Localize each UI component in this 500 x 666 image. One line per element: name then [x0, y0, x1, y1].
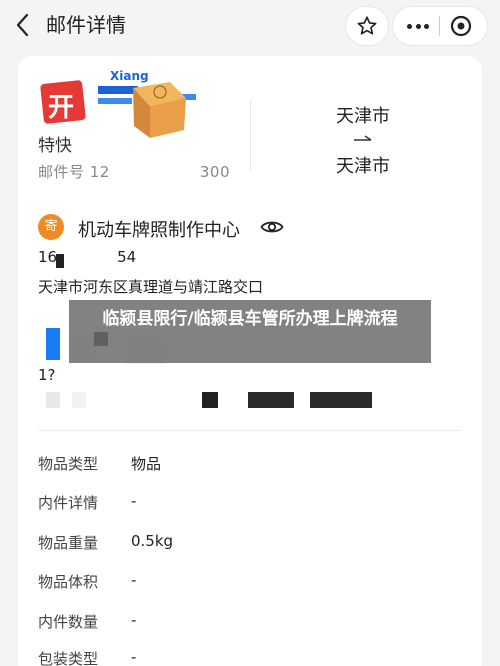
- route-arrow-icon: [354, 135, 372, 141]
- capsule-menu: [392, 6, 488, 46]
- privacy-mosaic: [248, 392, 294, 408]
- origin-city: 天津市: [336, 106, 390, 127]
- detail-label: 包装类型: [38, 650, 99, 666]
- privacy-mosaic: [310, 392, 372, 408]
- privacy-mosaic: [72, 392, 86, 408]
- detail-label: 内件详情: [38, 494, 99, 512]
- phone-end: 54: [117, 248, 137, 266]
- detail-label: 物品类型: [38, 455, 99, 473]
- star-icon: [357, 16, 377, 35]
- title-banner: 临颍县限行/临颍县车管所办理上牌流程: [69, 300, 431, 363]
- detail-row: 物品类型 物品: [38, 453, 458, 477]
- phone-start: 16: [38, 248, 58, 266]
- detail-value: -: [131, 571, 137, 589]
- page-title: 邮件详情: [46, 13, 126, 37]
- destination-city: 天津市: [336, 156, 390, 177]
- recipient-phone: 1?: [38, 366, 56, 384]
- detail-row: 包装类型 -: [38, 648, 458, 666]
- section-divider: [38, 430, 462, 431]
- tracking-tail: 300: [199, 163, 230, 181]
- privacy-mosaic: [46, 392, 60, 408]
- detail-label: 物品体积: [38, 573, 99, 591]
- privacy-mosaic: [46, 328, 60, 360]
- sender-address: 天津市河东区真理道与靖江路交口: [38, 278, 264, 296]
- detail-label: 内件数量: [38, 613, 99, 631]
- detail-row: 内件数量 -: [38, 611, 458, 635]
- detail-row: 物品重量 0.5kg: [38, 532, 458, 556]
- detail-label: 物品重量: [38, 534, 99, 552]
- sender-name: 机动车牌照制作中心: [78, 220, 240, 241]
- top-bar: 邮件详情: [0, 0, 500, 52]
- target-icon[interactable]: [449, 14, 473, 38]
- capsule-divider: [438, 16, 440, 36]
- detail-row: 物品体积 -: [38, 571, 458, 595]
- detail-value: 0.5kg: [131, 532, 174, 550]
- detail-row: 内件详情 -: [38, 492, 458, 516]
- tracking-number: 邮件号 12 300: [38, 161, 230, 182]
- sender-phone: 16 54: [38, 248, 136, 266]
- svg-text:开: 开: [48, 93, 74, 123]
- more-dots-icon[interactable]: [407, 23, 429, 29]
- detail-value: -: [131, 611, 137, 629]
- eye-icon[interactable]: [260, 218, 284, 236]
- detail-value: -: [131, 648, 137, 666]
- route-divider: [250, 100, 251, 170]
- privacy-mosaic: [56, 254, 64, 268]
- privacy-mosaic: [202, 392, 218, 408]
- detail-value: -: [131, 492, 137, 510]
- tracking-label: 邮件号 12: [38, 163, 110, 181]
- courier-name: 特快: [38, 136, 72, 156]
- detail-value: 物品: [131, 455, 162, 473]
- logo-text: Xiang: [110, 69, 149, 83]
- sender-badge: 寄: [38, 214, 64, 240]
- favorite-button[interactable]: [345, 6, 389, 46]
- chevron-left-icon[interactable]: [10, 10, 36, 40]
